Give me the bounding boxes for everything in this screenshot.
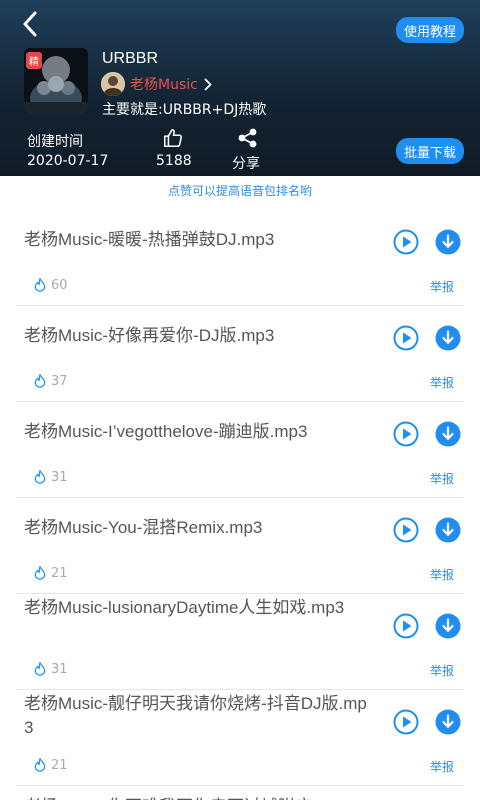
featured-badge: 精 [26,52,42,69]
album-cover: 精 [24,48,88,114]
heat-count: 37 [51,374,68,389]
audio-list-item[interactable]: 老杨Music-靓仔明天我请你烧烤-抖音DJ版.mp3 21 举报 [16,690,464,786]
chevron-right-icon [204,78,212,90]
audio-title: 老杨Music-I’vegotthelove-蹦迪版.mp3 [24,422,308,441]
audio-list-item[interactable]: 老杨Music-lusionaryDaytime人生如戏.mp3 31 举报 [16,594,464,690]
download-icon[interactable] [435,325,461,351]
play-icon[interactable] [393,421,419,447]
thumbs-up-icon[interactable] [162,127,184,149]
play-icon[interactable] [393,613,419,639]
play-icon[interactable] [393,517,419,543]
report-link[interactable]: 举报 [430,374,454,391]
heat-count: 21 [51,566,68,581]
share-button[interactable]: 分享 [232,153,260,173]
album-header: 使用教程 精 URBBR 老杨Music 主要就是:URBBR+DJ热歌 创建时… [0,0,480,176]
report-link[interactable]: 举报 [430,758,454,775]
heat-count: 60 [51,278,68,293]
share-icon[interactable] [237,128,259,148]
flame-icon [34,373,46,388]
author-avatar [101,72,125,96]
report-link[interactable]: 举报 [430,278,454,295]
back-button[interactable] [14,8,46,40]
album-description: 主要就是:URBBR+DJ热歌 [102,102,267,118]
audio-list-item[interactable]: 老杨Music-You-混搭Remix.mp3 21 举报 [16,498,464,594]
audio-title: 老杨Music-好像再爱你-DJ版.mp3 [24,326,275,345]
flame-icon [34,757,46,772]
audio-title: 老杨Music-You-混搭Remix.mp3 [24,518,263,537]
audio-title: 老杨Music-靓仔明天我请你烧烤-抖音DJ版.mp3 [24,694,367,737]
created-label: 创建时间 [27,134,83,150]
batch-download-button[interactable]: 批量下载 [396,138,464,164]
heat-count: 31 [51,470,68,485]
partial-list-item: 老杨Music-你不难我不你走不过城附庄 [24,792,312,800]
created-date: 2020-07-17 [27,153,109,169]
play-icon[interactable] [393,709,419,735]
report-link[interactable]: 举报 [430,566,454,583]
flame-icon [34,469,46,484]
audio-list-item[interactable]: 老杨Music-好像再爱你-DJ版.mp3 37 举报 [16,306,464,402]
audio-title: 老杨Music-lusionaryDaytime人生如戏.mp3 [24,598,345,617]
tutorial-button[interactable]: 使用教程 [396,17,464,43]
album-title: URBBR [102,50,159,67]
audio-list-item[interactable]: 老杨Music-I’vegotthelove-蹦迪版.mp3 31 举报 [16,402,464,498]
heat-count: 21 [51,758,68,773]
author-name: 老杨Music [130,77,198,93]
report-link[interactable]: 举报 [430,662,454,679]
back-arrow-icon [23,11,37,37]
flame-icon [34,277,46,292]
play-icon[interactable] [393,325,419,351]
report-link[interactable]: 举报 [430,470,454,487]
play-icon[interactable] [393,229,419,255]
heat-count: 31 [51,662,68,677]
flame-icon [34,661,46,676]
like-notice: 点赞可以提高语音包排名哟 [167,184,312,198]
download-icon[interactable] [435,421,461,447]
download-icon[interactable] [435,229,461,255]
flame-icon [34,565,46,580]
download-icon[interactable] [435,709,461,735]
audio-title: 老杨Music-暖暖-热播弹鼓DJ.mp3 [24,230,275,249]
download-icon[interactable] [435,517,461,543]
download-icon[interactable] [435,613,461,639]
audio-list-item[interactable]: 老杨Music-暖暖-热播弹鼓DJ.mp3 60 举报 [16,210,464,306]
author-link[interactable]: 老杨Music [101,72,212,96]
like-count: 5188 [156,153,192,169]
audio-list: 老杨Music-暖暖-热播弹鼓DJ.mp3 60 举报 老杨Music-好像再爱… [16,210,480,786]
